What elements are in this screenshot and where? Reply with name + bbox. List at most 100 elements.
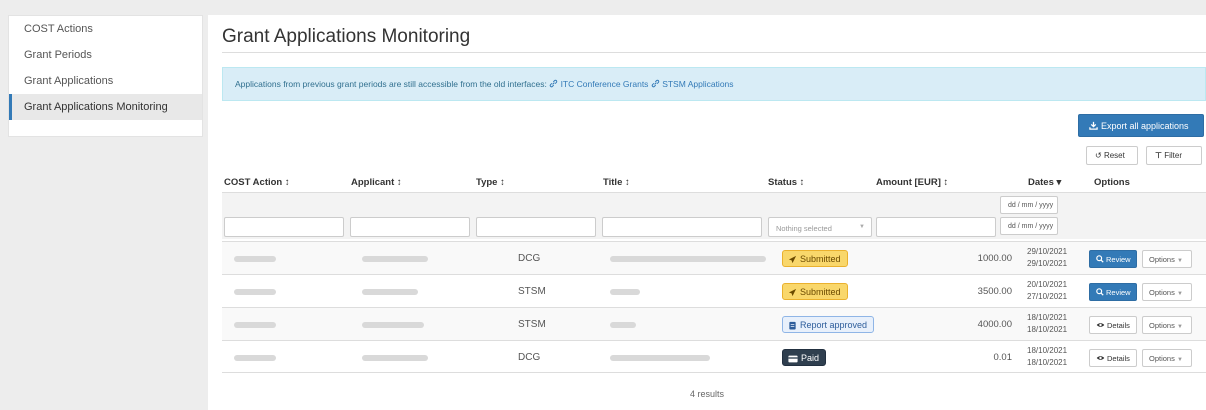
table-row: DCG Submitted 1000.00 29/10/2021 29/10/20… bbox=[222, 241, 1206, 274]
sidebar-item-grant-applications[interactable]: Grant Applications bbox=[9, 68, 202, 94]
main-panel: Grant Applications Monitoring Applicatio… bbox=[208, 15, 1206, 410]
title-filter-input[interactable] bbox=[602, 217, 762, 237]
sidebar-item-grant-applications-monitoring[interactable]: Grant Applications Monitoring bbox=[9, 94, 202, 120]
status-label: Submitted bbox=[800, 287, 841, 297]
amount-cell: 4000.00 bbox=[977, 319, 1012, 330]
amount-cell: 1000.00 bbox=[977, 253, 1012, 264]
end-date: 27/10/2021 bbox=[1027, 292, 1068, 301]
sidebar-item-cost-actions[interactable]: COST Actions bbox=[9, 16, 202, 42]
options-dropdown-button[interactable]: Options ▼ bbox=[1142, 283, 1192, 301]
table-row: STSM Submitted 3500.00 20/10/2021 27/10/2… bbox=[222, 274, 1206, 307]
status-badge: Submitted bbox=[782, 250, 848, 267]
caret-down-icon: ▼ bbox=[859, 224, 865, 230]
dates-cell: 20/10/2021 27/10/2021 bbox=[1027, 279, 1067, 303]
options-label: Options bbox=[1149, 255, 1175, 264]
redacted-title bbox=[610, 322, 636, 328]
header-status[interactable]: Status ↕ bbox=[768, 177, 804, 188]
amount-cell: 3500.00 bbox=[977, 286, 1012, 297]
cost-action-filter-input[interactable] bbox=[224, 217, 344, 237]
start-date: 20/10/2021 bbox=[1027, 280, 1068, 289]
sidebar: COST Actions Grant Periods Grant Applica… bbox=[8, 15, 203, 137]
review-button[interactable]: Review bbox=[1089, 250, 1137, 268]
details-button[interactable]: Details bbox=[1089, 316, 1137, 334]
options-dropdown-button[interactable]: Options ▼ bbox=[1142, 316, 1192, 334]
filter-button[interactable]: ⊤ Filter bbox=[1146, 146, 1202, 165]
type-cell: STSM bbox=[518, 286, 546, 297]
status-badge: Report approved bbox=[782, 316, 875, 333]
options-label: Options bbox=[1149, 288, 1175, 297]
redacted-cost-action bbox=[234, 289, 276, 295]
clipboard-icon bbox=[789, 321, 796, 330]
dates-cell: 29/10/2021 29/10/2021 bbox=[1027, 246, 1067, 270]
stsm-applications-link[interactable]: STSM Applications bbox=[662, 79, 733, 89]
status-label: Paid bbox=[801, 353, 820, 363]
reset-label: Reset bbox=[1103, 151, 1125, 160]
options-dropdown-button[interactable]: Options ▼ bbox=[1142, 250, 1192, 268]
alert-text: Applications from previous grant periods… bbox=[235, 79, 550, 89]
status-badge: Paid bbox=[782, 349, 827, 366]
download-icon bbox=[1089, 121, 1098, 130]
page-title: Grant Applications Monitoring bbox=[222, 26, 471, 47]
redacted-applicant bbox=[362, 289, 418, 295]
status-badge: Submitted bbox=[782, 283, 848, 300]
search-icon bbox=[1096, 255, 1104, 263]
header-amount[interactable]: Amount [EUR] ↕ bbox=[876, 177, 948, 188]
redacted-cost-action bbox=[234, 322, 276, 328]
end-date: 29/10/2021 bbox=[1027, 259, 1068, 268]
date-to-input[interactable]: dd / mm / yyyy bbox=[1000, 217, 1058, 235]
end-date: 18/10/2021 bbox=[1027, 325, 1068, 334]
redacted-cost-action bbox=[234, 355, 276, 361]
options-dropdown-button[interactable]: Options ▼ bbox=[1142, 349, 1192, 367]
options-label: Options bbox=[1149, 354, 1175, 363]
status-filter-select[interactable]: Nothing selected ▼ bbox=[768, 217, 872, 237]
review-label: Review bbox=[1106, 255, 1131, 264]
redacted-applicant bbox=[362, 322, 424, 328]
review-button[interactable]: Review bbox=[1089, 283, 1137, 301]
reset-button[interactable]: ↺ Reset bbox=[1086, 146, 1138, 165]
redacted-title bbox=[610, 256, 766, 262]
dates-cell: 18/10/2021 18/10/2021 bbox=[1027, 345, 1067, 369]
sidebar-item-grant-periods[interactable]: Grant Periods bbox=[9, 42, 202, 68]
export-all-applications-button[interactable]: Export all applications bbox=[1078, 114, 1204, 137]
applicant-filter-input[interactable] bbox=[350, 217, 470, 237]
caret-down-icon: ▼ bbox=[1176, 258, 1183, 264]
details-button[interactable]: Details bbox=[1089, 349, 1137, 367]
link-icon bbox=[549, 79, 558, 88]
status-filter-placeholder: Nothing selected bbox=[776, 224, 832, 233]
itc-conference-grants-link[interactable]: ITC Conference Grants bbox=[561, 79, 649, 89]
redacted-cost-action bbox=[234, 256, 276, 262]
link-icon bbox=[651, 79, 660, 88]
title-divider bbox=[222, 52, 1206, 53]
type-cell: STSM bbox=[518, 319, 546, 330]
details-label: Details bbox=[1107, 354, 1130, 363]
redacted-applicant bbox=[362, 256, 428, 262]
status-label: Submitted bbox=[800, 254, 841, 264]
header-title[interactable]: Title ↕ bbox=[603, 177, 630, 188]
search-icon bbox=[1096, 288, 1104, 296]
header-applicant[interactable]: Applicant ↕ bbox=[351, 177, 402, 188]
eye-icon bbox=[1096, 323, 1105, 327]
eye-icon bbox=[1096, 356, 1105, 360]
amount-cell: 0.01 bbox=[993, 352, 1013, 363]
start-date: 18/10/2021 bbox=[1027, 346, 1068, 355]
dates-cell: 18/10/2021 18/10/2021 bbox=[1027, 312, 1067, 336]
options-label: Options bbox=[1149, 321, 1175, 330]
status-label: Report approved bbox=[800, 320, 868, 330]
caret-down-icon: ▼ bbox=[1176, 357, 1183, 363]
results-count: 4 results bbox=[689, 389, 724, 399]
header-type[interactable]: Type ↕ bbox=[476, 177, 505, 188]
caret-down-icon: ▼ bbox=[1176, 291, 1183, 297]
table-row: DCG Paid 0.01 18/10/2021 18/10/2021 Detai… bbox=[222, 340, 1206, 373]
send-icon bbox=[788, 255, 797, 264]
filter-label: Filter bbox=[1164, 151, 1182, 160]
credit-card-icon bbox=[788, 355, 798, 363]
send-icon bbox=[788, 288, 797, 297]
amount-filter-input[interactable] bbox=[876, 217, 996, 237]
header-dates[interactable]: Dates ▾ bbox=[1028, 177, 1061, 188]
type-filter-input[interactable] bbox=[476, 217, 596, 237]
export-label: Export all applications bbox=[1101, 121, 1189, 131]
redacted-applicant bbox=[362, 355, 428, 361]
header-cost-action[interactable]: COST Action ↕ bbox=[224, 177, 290, 188]
date-from-input[interactable]: dd / mm / yyyy bbox=[1000, 196, 1058, 214]
start-date: 29/10/2021 bbox=[1027, 247, 1068, 256]
